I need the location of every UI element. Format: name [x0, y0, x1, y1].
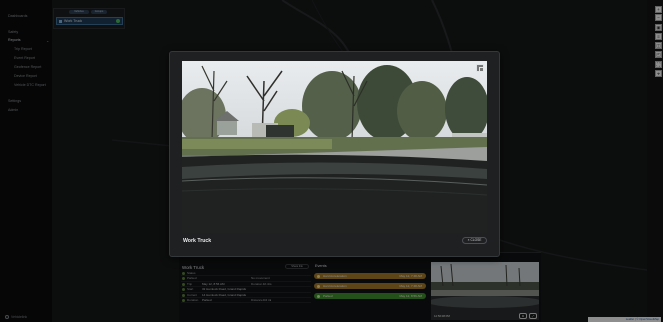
close-icon: × [467, 238, 470, 242]
dashcam-frame [182, 61, 487, 233]
dashcam-video[interactable] [182, 61, 487, 233]
video-modal: Work Truck ×CLOSE [169, 51, 500, 257]
app-window: Dashboards Safety Reports ⌄ Trip Report … [0, 0, 663, 322]
page-bottom-strip [0, 322, 663, 330]
modal-title: Work Truck [183, 238, 212, 244]
fullscreen-button[interactable] [476, 64, 484, 72]
close-label: CLOSE [470, 238, 482, 242]
close-button[interactable]: ×CLOSE [462, 237, 487, 244]
